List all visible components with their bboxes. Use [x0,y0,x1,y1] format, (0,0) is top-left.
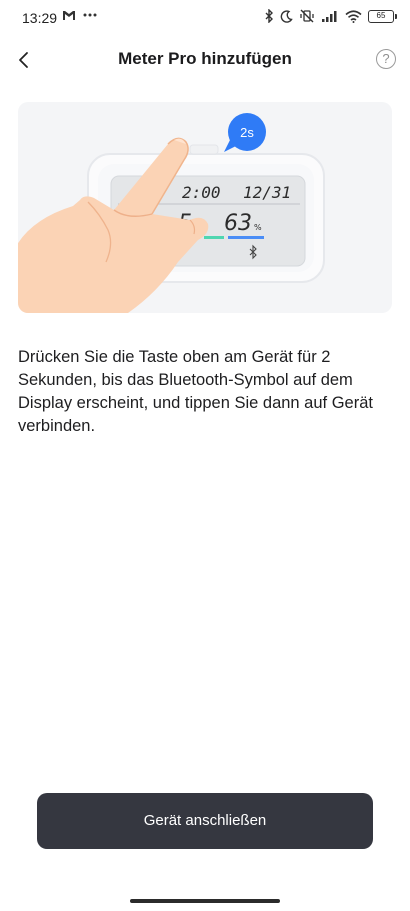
display-humidity: 63 [224,211,252,236]
press-duration-badge: 2s [224,113,266,152]
home-indicator[interactable] [130,899,280,903]
status-right-icons: 65 [264,9,397,23]
more-icon [83,13,97,17]
help-icon[interactable]: ? [376,49,396,69]
moon-icon [280,9,293,23]
status-bar: 13:29 65 [0,0,410,36]
gmail-icon [63,11,75,20]
instruction-text: Drücken Sie die Taste oben am Gerät für … [18,348,373,435]
vibrate-off-icon [300,9,314,23]
header: Meter Pro hinzufügen ? [0,40,410,80]
device-top-button [189,144,219,155]
status-left-icons [62,9,98,21]
battery-icon: 65 [368,9,397,23]
bluetooth-icon [265,9,273,23]
display-humidity-unit: % [254,223,262,232]
device-illustration: 2:00 12/31 5 63 % 2s [18,102,392,313]
status-time: 13:29 [22,10,58,26]
wifi-icon [345,9,362,23]
connect-device-button[interactable]: Gerät anschließen [37,793,373,849]
page-title: Meter Pro hinzufügen [118,49,292,68]
display-date: 12/31 [243,183,291,202]
signal-icon [322,11,337,22]
svg-text:2s: 2s [240,125,254,140]
display-time: 2:00 [182,183,221,202]
